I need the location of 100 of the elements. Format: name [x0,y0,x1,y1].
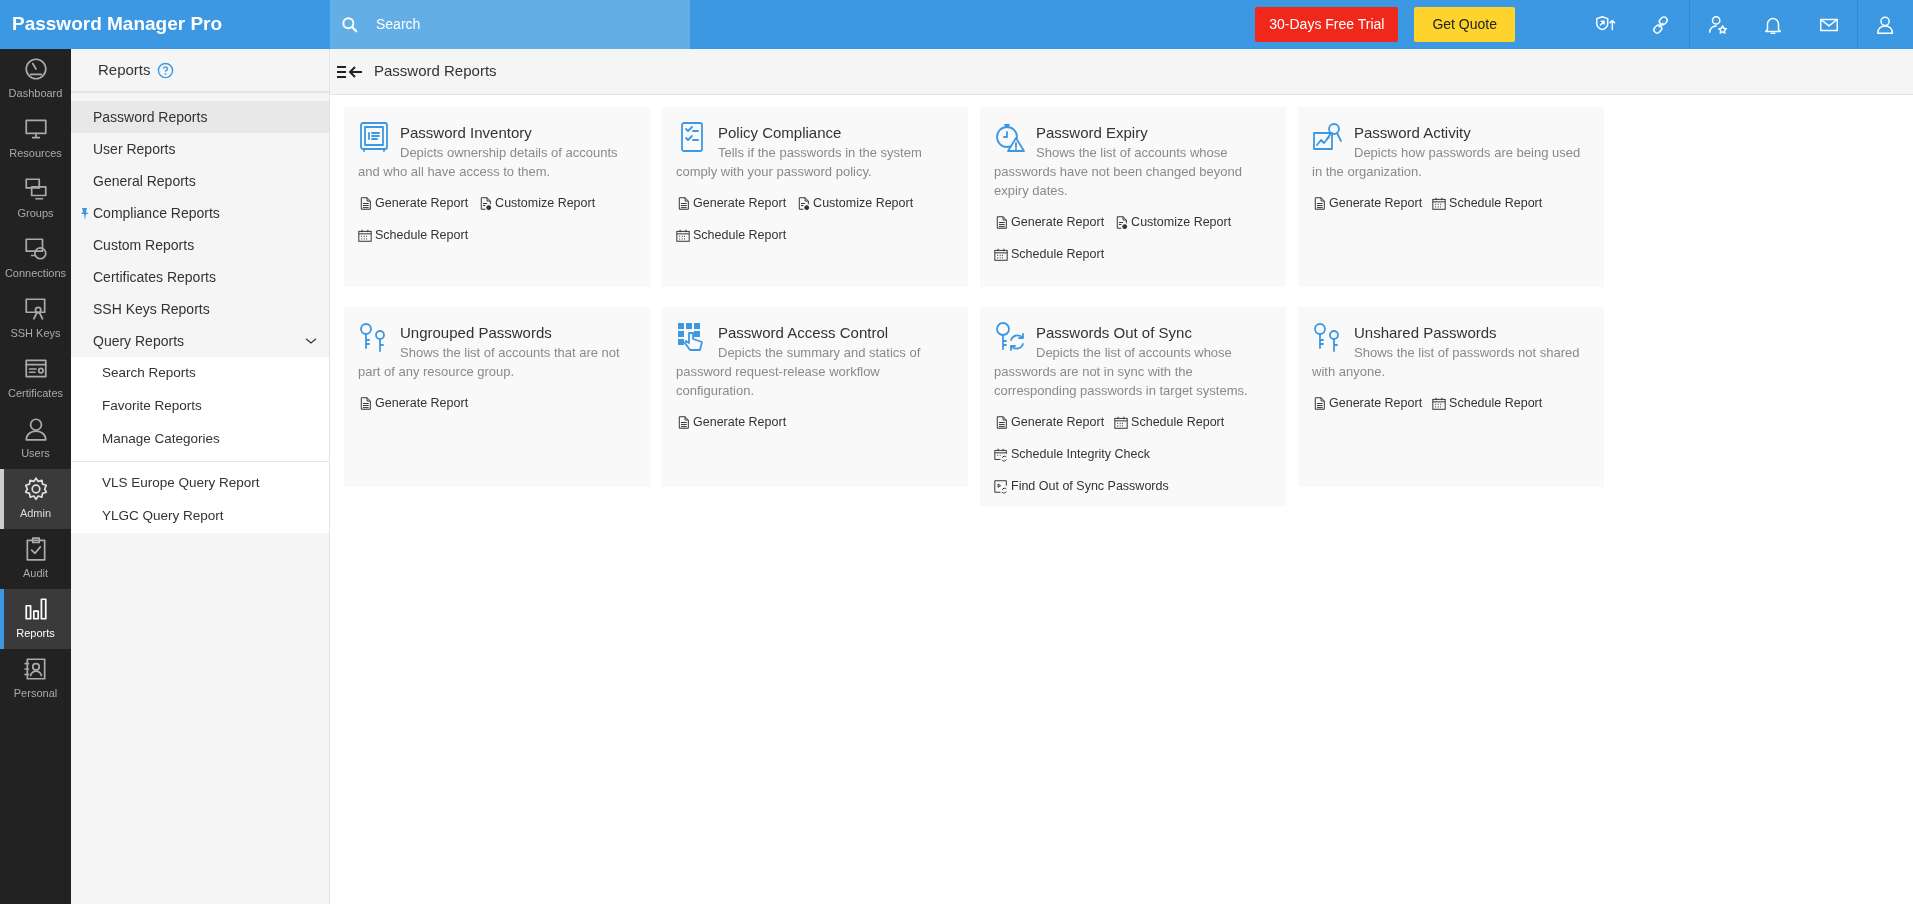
sidebar-item[interactable]: Password Reports [71,101,329,133]
nav-item[interactable]: Connections [0,229,71,289]
report-link[interactable]: Schedule Integrity Check [994,444,1150,464]
report-link[interactable]: Schedule Report [1114,412,1225,432]
report-link[interactable]: Customize Report [796,193,914,213]
search-field[interactable]: Search [330,0,690,49]
document-icon [676,414,690,430]
report-link[interactable]: Generate Report [676,412,787,432]
timer-warning-icon [994,121,1026,153]
sidebar-subitem[interactable]: Favorite Reports [71,390,329,423]
report-link[interactable]: Customize Report [1114,212,1232,232]
nav-item[interactable]: Reports [0,589,71,649]
card-description: Tells if the passwords in the system comply with your password policy. [676,144,923,181]
safe-icon [358,121,390,153]
monitor-key-icon [22,296,49,323]
card-description: Shows the list of accounts that are not part of any resource group. [358,344,621,381]
quote-button[interactable]: Get Quote [1414,7,1515,42]
report-link[interactable]: Generate Report [676,193,787,213]
calendar-icon [1432,395,1447,411]
report-link[interactable]: Schedule Report [676,225,787,245]
document-icon [358,195,372,211]
report-link[interactable]: Find Out of Sync Passwords [994,476,1169,496]
report-link[interactable]: Schedule Report [358,225,469,245]
report-link[interactable]: Generate Report [358,193,469,213]
user-icon [22,416,49,443]
sidebar-item[interactable]: Custom Reports [71,229,329,261]
card-title: Password Expiry [1036,123,1149,143]
card-title: Policy Compliance [718,123,843,143]
sidebar-item[interactable]: Certificates Reports [71,261,329,293]
sidebar-item[interactable]: User Reports [71,133,329,165]
card-description: Depicts the summary and statics of password request-release workflow configuration. [676,344,922,400]
nav-item[interactable]: Certificates [0,349,71,409]
calendar-refresh-icon [994,446,1008,462]
report-link[interactable]: Generate Report [1312,393,1423,413]
report-link[interactable]: Schedule Report [994,244,1105,264]
pin-icon[interactable] [80,208,90,220]
search-icon [340,14,360,35]
nav-item[interactable]: Admin [0,469,71,529]
nav-item[interactable]: Users [0,409,71,469]
report-link[interactable]: Schedule Report [1432,193,1543,213]
sidebar-subitem[interactable]: Search Reports [71,357,329,390]
sidebar-title: Reports [98,59,151,80]
calendar-icon [676,227,690,243]
gear-icon [22,476,49,503]
document-icon [676,195,690,211]
menu-back-icon[interactable] [336,63,364,80]
gauge-icon [22,56,49,83]
card-title: Password Access Control [718,323,890,343]
report-link[interactable]: Generate Report [358,393,469,413]
saved-query-item[interactable]: YLGC Query Report [71,500,329,533]
report-link[interactable]: Customize Report [478,193,596,213]
search-field[interactable]: Search [374,13,654,36]
card-title: Passwords Out of Sync [1036,323,1193,343]
document-icon [994,214,1008,230]
sidebar-item[interactable]: Query Reports [71,325,329,357]
window-refresh-icon [994,478,1008,494]
product-logo: Password Manager Pro [11,12,224,37]
document-gear-icon [796,195,811,211]
report-link[interactable]: Generate Report [1312,193,1423,213]
user-star-icon[interactable] [1706,13,1729,36]
nav-item[interactable]: Dashboard [0,49,71,109]
document-icon [994,414,1008,430]
card-title: Password Inventory [400,123,533,143]
saved-query-item[interactable]: VLS Europe Query Report [71,467,329,500]
trial-button[interactable]: 30-Days Free Trial [1255,7,1399,42]
sidebar-item[interactable]: SSH Keys Reports [71,293,329,325]
card-description: Depicts the list of accounts whose passwords are not in sync with the corresponding passwords in target systems. [994,344,1249,400]
nav-item[interactable]: Audit [0,529,71,589]
calendar-icon [358,227,372,243]
nav-item[interactable]: SSH Keys [0,289,71,349]
card-title: Password Activity [1354,123,1472,143]
key-chart-icon [1312,121,1344,153]
page-title: Password Reports [374,61,497,82]
card-title: Ungrouped Passwords [400,323,553,343]
card-description: Depicts how passwords are being used in the organization. [1312,144,1582,181]
report-link[interactable]: Generate Report [994,212,1105,232]
nav-item[interactable]: Personal [0,649,71,709]
card-description: Depicts ownership details of accounts and who all have access to them. [358,144,619,181]
document-icon [1312,395,1326,411]
document-icon [1312,195,1326,211]
sidebar-item[interactable]: Compliance Reports [71,197,329,229]
calendar-icon [1432,195,1447,211]
report-link[interactable]: Schedule Report [1432,393,1543,413]
sidebar-subitem[interactable]: Manage Categories [71,423,329,456]
sidebar-item[interactable]: General Reports [71,165,329,197]
card-title: Unshared Passwords [1354,323,1498,343]
contact-card-icon [22,656,49,683]
help-icon[interactable] [156,61,174,79]
document-gear-icon [478,195,493,211]
document-icon [358,395,372,411]
calendar-icon [1114,414,1129,430]
key-refresh-icon [994,321,1026,353]
monitors-icon [22,176,49,203]
card-description: Shows the list of passwords not shared with anyone. [1312,344,1581,381]
monitor-globe-icon [22,236,49,263]
document-gear-icon [1114,214,1129,230]
calendar-icon [994,246,1008,262]
nav-item[interactable]: Groups [0,169,71,229]
nav-item[interactable]: Resources [0,109,71,169]
report-link[interactable]: Generate Report [994,412,1105,432]
